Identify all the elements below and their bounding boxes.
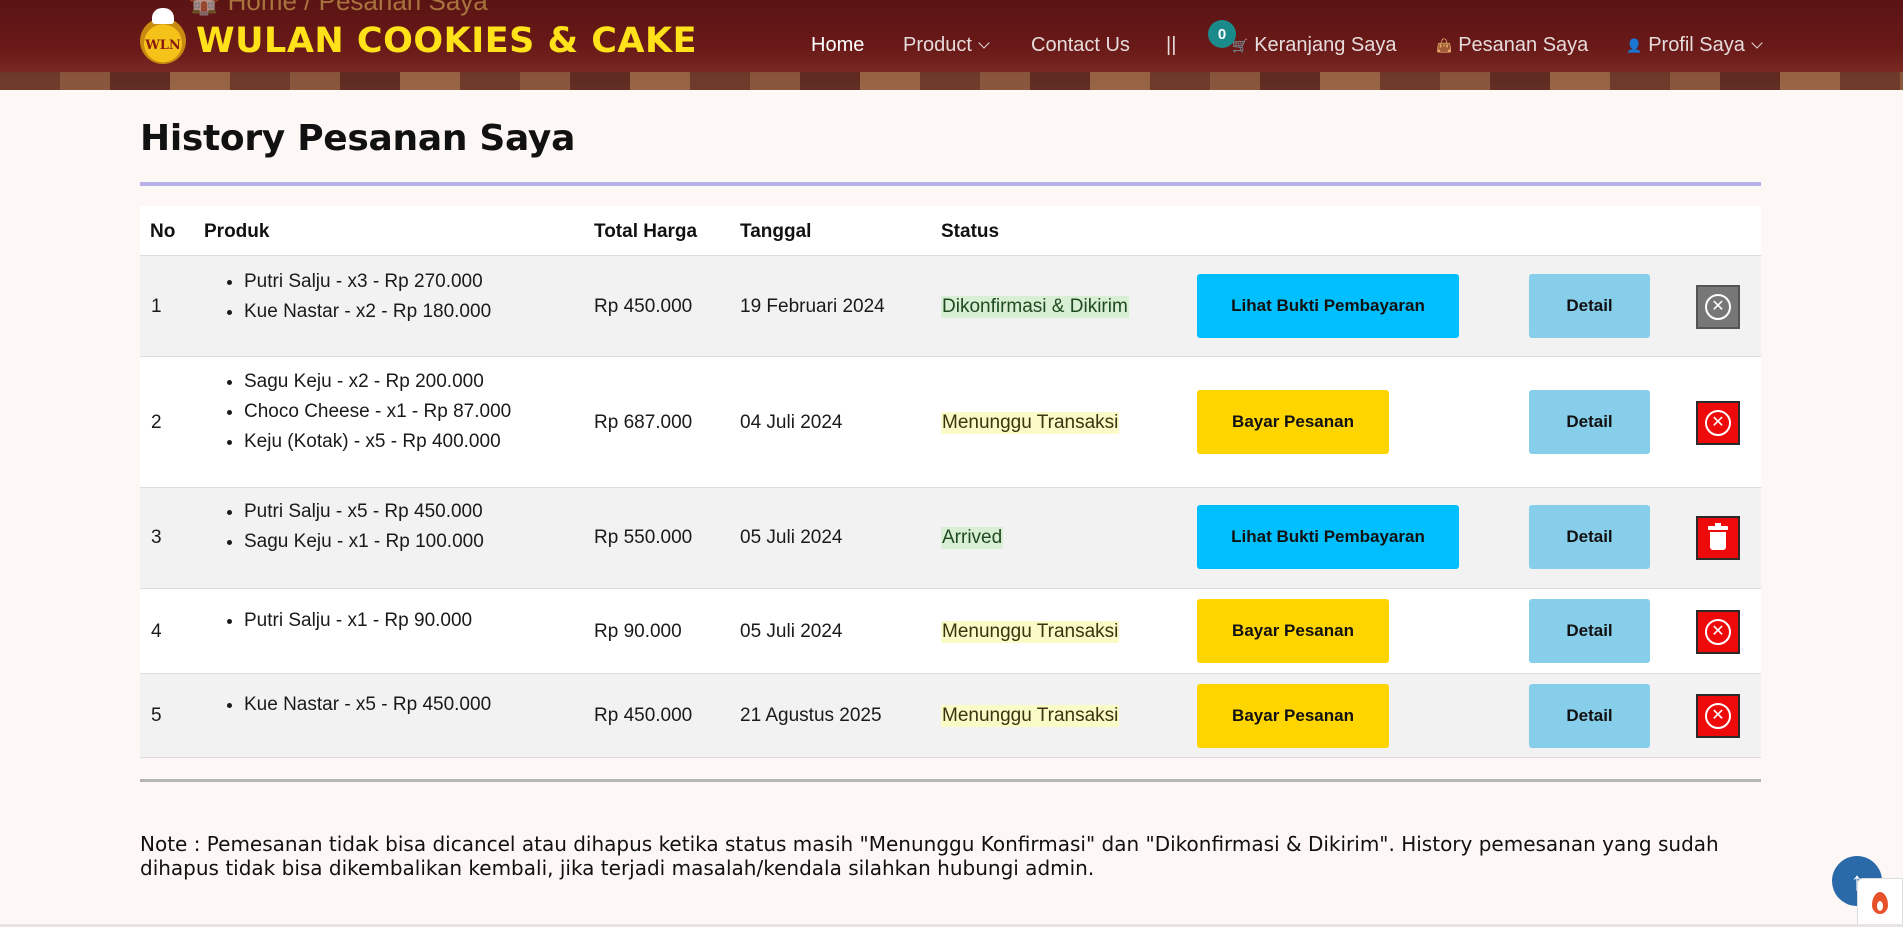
cancel-circle-icon: ✕ xyxy=(1705,619,1731,645)
order-total: Rp 687.000 xyxy=(594,412,693,433)
order-no: 3 xyxy=(151,527,162,548)
bag-icon: 👜 xyxy=(1436,37,1453,53)
cancel-order-button[interactable]: ✕ xyxy=(1696,401,1740,445)
header-produk: Produk xyxy=(204,221,270,242)
table-row: 4 Putri Salju - x1 - Rp 90.000 Rp 90.000… xyxy=(140,589,1761,674)
product-list: Putri Salju - x3 - Rp 270.000 Kue Nastar… xyxy=(244,267,491,327)
product-item: Sagu Keju - x2 - Rp 200.000 xyxy=(244,367,511,397)
flame-icon xyxy=(1872,891,1888,914)
header-tanggal: Tanggal xyxy=(740,221,812,242)
order-no: 2 xyxy=(151,412,162,433)
nav-product-label: Product xyxy=(903,34,972,56)
table-row: 1 Putri Salju - x3 - Rp 270.000 Kue Nast… xyxy=(140,256,1761,357)
order-date: 19 Februari 2024 xyxy=(740,296,885,317)
site-header: 🏠 Home / Pesanan Saya WLN WULAN COOKIES … xyxy=(0,0,1903,90)
cancel-order-button[interactable]: ✕ xyxy=(1696,694,1740,738)
table-bottom-divider xyxy=(140,779,1761,782)
product-item: Choco Cheese - x1 - Rp 87.000 xyxy=(244,397,511,427)
detail-button[interactable]: Detail xyxy=(1529,505,1650,569)
status-badge: Menunggu Transaksi xyxy=(941,412,1120,434)
product-item: Sagu Keju - x1 - Rp 100.000 xyxy=(244,527,484,557)
page-title: History Pesanan Saya xyxy=(140,118,576,159)
view-payment-proof-button[interactable]: Lihat Bukti Pembayaran xyxy=(1197,505,1459,569)
breadcrumb: 🏠 Home / Pesanan Saya xyxy=(188,0,488,16)
nav-home[interactable]: Home xyxy=(811,34,864,57)
product-list: Putri Salju - x5 - Rp 450.000 Sagu Keju … xyxy=(244,497,484,557)
pay-order-button[interactable]: Bayar Pesanan xyxy=(1197,390,1389,454)
product-list: Sagu Keju - x2 - Rp 200.000 Choco Cheese… xyxy=(244,367,511,457)
chevron-down-icon xyxy=(1751,37,1763,49)
nav-profile-label: Profil Saya xyxy=(1648,34,1745,56)
detail-button[interactable]: Detail xyxy=(1529,599,1650,663)
main-nav: Home Product Contact Us || 🛒 Keranjang S… xyxy=(0,34,1903,58)
status-badge: Arrived xyxy=(941,527,1004,549)
nav-separator-label: || xyxy=(1166,34,1177,56)
status-badge: Menunggu Transaksi xyxy=(941,621,1120,643)
detail-button[interactable]: Detail xyxy=(1529,684,1650,748)
product-item: Putri Salju - x3 - Rp 270.000 xyxy=(244,267,491,297)
order-total: Rp 450.000 xyxy=(594,296,693,317)
header-no: No xyxy=(150,221,176,242)
order-no: 1 xyxy=(151,296,162,317)
header-status: Status xyxy=(941,221,1000,242)
order-date: 04 Juli 2024 xyxy=(740,412,843,433)
table-row: 3 Putri Salju - x5 - Rp 450.000 Sagu Kej… xyxy=(140,488,1761,589)
cart-count-badge: 0 xyxy=(1208,20,1236,48)
nav-profile[interactable]: 👤 Profil Saya xyxy=(1626,34,1763,57)
floating-widget[interactable] xyxy=(1857,878,1903,927)
table-header: No Produk Total Harga Tanggal Status xyxy=(140,206,1761,256)
view-payment-proof-button[interactable]: Lihat Bukti Pembayaran xyxy=(1197,274,1459,338)
header-background-image xyxy=(0,72,1903,90)
cancel-policy-note: Note : Pemesanan tidak bisa dicancel ata… xyxy=(140,832,1719,880)
order-total: Rp 450.000 xyxy=(594,705,693,726)
product-item: Kue Nastar - x5 - Rp 450.000 xyxy=(244,690,491,720)
order-no: 4 xyxy=(151,621,162,642)
detail-button[interactable]: Detail xyxy=(1529,390,1650,454)
status-badge: Menunggu Transaksi xyxy=(941,705,1120,727)
nav-orders[interactable]: 👜 Pesanan Saya xyxy=(1436,34,1588,57)
cancel-circle-icon: ✕ xyxy=(1705,410,1731,436)
cancel-circle-icon: ✕ xyxy=(1705,703,1731,729)
table-row: 2 Sagu Keju - x2 - Rp 200.000 Choco Chee… xyxy=(140,357,1761,488)
order-total: Rp 550.000 xyxy=(594,527,693,548)
order-date: 21 Agustus 2025 xyxy=(740,705,882,726)
nav-contact[interactable]: Contact Us xyxy=(1031,34,1130,57)
product-list: Putri Salju - x1 - Rp 90.000 xyxy=(244,606,472,636)
delete-order-button[interactable] xyxy=(1696,516,1740,560)
product-item: Kue Nastar - x2 - Rp 180.000 xyxy=(244,297,491,327)
order-date: 05 Juli 2024 xyxy=(740,621,843,642)
table-row: 5 Kue Nastar - x5 - Rp 450.000 Rp 450.00… xyxy=(140,674,1761,758)
header-total: Total Harga xyxy=(594,221,698,242)
product-list: Kue Nastar - x5 - Rp 450.000 xyxy=(244,690,491,720)
detail-button[interactable]: Detail xyxy=(1529,274,1650,338)
order-no: 5 xyxy=(151,705,162,726)
trash-icon xyxy=(1708,523,1728,550)
nav-orders-label: Pesanan Saya xyxy=(1458,34,1589,56)
title-divider xyxy=(140,182,1761,186)
nav-contact-label: Contact Us xyxy=(1031,34,1130,56)
nav-product[interactable]: Product xyxy=(903,34,990,57)
nav-separator: || xyxy=(1166,34,1176,57)
product-item: Putri Salju - x5 - Rp 450.000 xyxy=(244,497,484,527)
cancel-order-button[interactable]: ✕ xyxy=(1696,610,1740,654)
orders-table: No Produk Total Harga Tanggal Status 1 P… xyxy=(140,206,1761,758)
nav-cart-label: Keranjang Saya xyxy=(1254,34,1397,56)
order-total: Rp 90.000 xyxy=(594,621,682,642)
product-item: Putri Salju - x1 - Rp 90.000 xyxy=(244,606,472,636)
user-icon: 👤 xyxy=(1626,37,1643,53)
cancel-order-button-disabled: ✕ xyxy=(1696,285,1740,329)
pay-order-button[interactable]: Bayar Pesanan xyxy=(1197,599,1389,663)
nav-cart[interactable]: 🛒 Keranjang Saya xyxy=(1232,34,1397,57)
status-badge: Dikonfirmasi & Dikirim xyxy=(941,296,1129,318)
pay-order-button[interactable]: Bayar Pesanan xyxy=(1197,684,1389,748)
chevron-down-icon xyxy=(978,37,990,49)
nav-home-label: Home xyxy=(811,34,865,56)
order-date: 05 Juli 2024 xyxy=(740,527,843,548)
cancel-circle-icon: ✕ xyxy=(1705,294,1731,320)
product-item: Keju (Kotak) - x5 - Rp 400.000 xyxy=(244,427,511,457)
